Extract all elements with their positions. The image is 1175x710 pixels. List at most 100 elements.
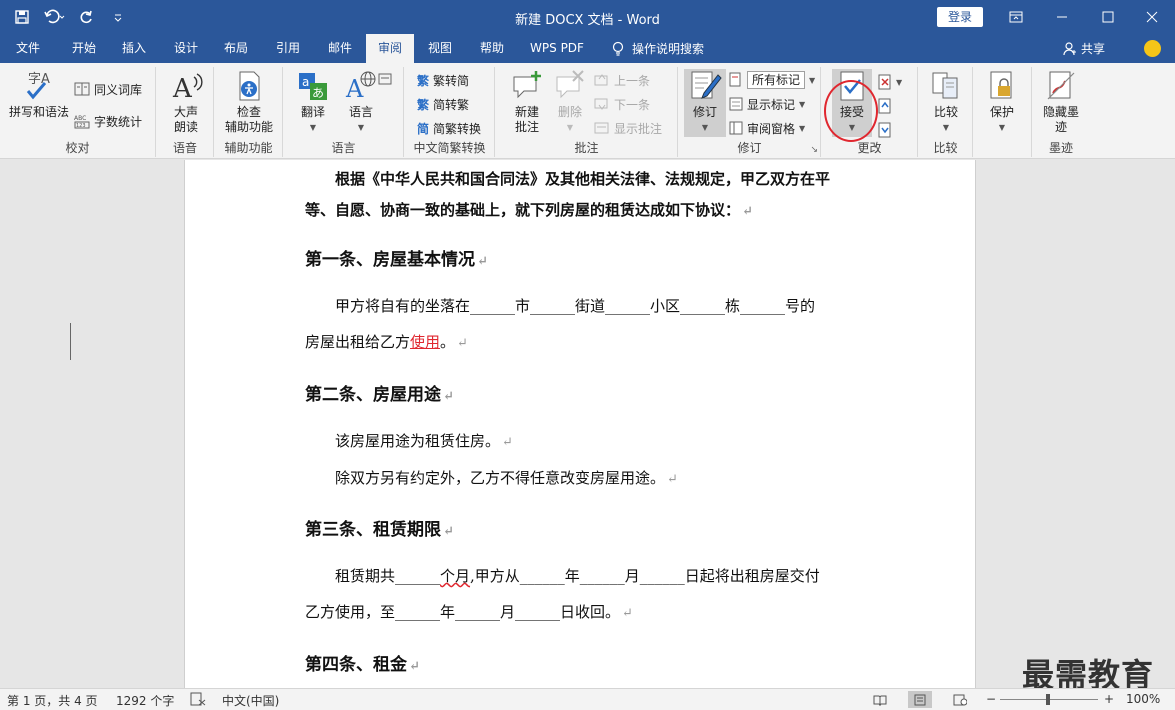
document-page[interactable]: 根据《中华人民共和国合同法》及其他相关法律、法规规定，甲乙双方在平 等、自愿、协… — [184, 160, 976, 688]
tab-layout[interactable]: 布局 — [212, 34, 260, 63]
previous-comment-button[interactable]: 上一条 — [594, 70, 650, 90]
group-chinese-conversion: 繁 繁转简 繁 简转繁 简 简繁转换 中文简繁转换 — [405, 67, 495, 157]
conversion-button[interactable]: 简 简繁转换 — [417, 118, 481, 138]
document-area[interactable]: 根据《中华人民共和国合同法》及其他相关法律、法规规定，甲乙双方在平 等、自愿、协… — [0, 160, 1175, 688]
paragraph-intro-line-1: 根据《中华人民共和国合同法》及其他相关法律、法规规定，甲乙双方在平 — [335, 170, 831, 188]
review-pane-button[interactable]: 审阅窗格 ▼ — [729, 118, 805, 138]
reject-icon — [878, 74, 891, 90]
minimize-icon[interactable] — [1039, 0, 1085, 34]
read-mode-icon[interactable] — [868, 691, 892, 708]
tab-review[interactable]: 审阅 — [366, 34, 414, 63]
tab-view[interactable]: 视图 — [416, 34, 464, 63]
previous-change-button[interactable] — [878, 96, 892, 116]
proofing-status-icon[interactable] — [190, 692, 206, 709]
group-label-proofing: 校对 — [65, 141, 90, 155]
paragraph-mark: ↵ — [502, 435, 513, 450]
next-comment-label: 下一条 — [614, 97, 651, 112]
show-markup-button[interactable]: 显示标记 ▼ — [729, 94, 805, 114]
language-indicator[interactable]: 中文(中国) — [222, 692, 279, 709]
read-aloud-button[interactable]: A 大声 朗读 — [163, 69, 209, 135]
delete-comment-icon — [553, 69, 587, 103]
group-language: aあ 翻译 ▼ A 语言 ▼ 语言 — [284, 67, 404, 157]
tab-design[interactable]: 设计 — [162, 34, 210, 63]
tab-wps-pdf[interactable]: WPS PDF — [522, 34, 592, 63]
reject-button[interactable]: ▼ — [878, 72, 902, 92]
next-comment-button[interactable]: 下一条 — [594, 94, 650, 114]
heading-article-3: 第三条、租赁期限 ↵ — [305, 515, 454, 540]
tab-file[interactable]: 文件 — [4, 34, 52, 63]
language-globe-icon: A — [344, 69, 378, 103]
login-button[interactable]: 登录 — [937, 7, 983, 27]
redo-icon[interactable] — [72, 6, 100, 28]
delete-comment-button[interactable]: 删除 ▼ — [550, 69, 590, 135]
translate-button[interactable]: aあ 翻译 ▼ — [290, 69, 336, 135]
protect-button[interactable]: 保护 ▼ — [982, 69, 1022, 135]
page-indicator[interactable]: 第 1 页，共 4 页 — [7, 692, 98, 709]
status-bar: 第 1 页，共 4 页 1292 个字 中文(中国) − + 100% — [0, 688, 1175, 710]
compare-button[interactable]: 比较 ▼ — [925, 69, 967, 135]
tab-references[interactable]: 引用 — [264, 34, 312, 63]
tab-home[interactable]: 开始 — [60, 34, 108, 63]
spelling-flagged-text[interactable]: 个月 — [440, 567, 470, 585]
tab-mailings[interactable]: 邮件 — [316, 34, 364, 63]
print-layout-icon[interactable] — [908, 691, 932, 708]
trad-to-simp-label: 繁转简 — [433, 73, 470, 88]
word-count-indicator[interactable]: 1292 个字 — [116, 692, 174, 709]
previous-comment-label: 上一条 — [614, 73, 651, 88]
ribbon-display-options-icon[interactable] — [993, 0, 1039, 34]
svg-text:A: A — [172, 74, 193, 103]
trad-to-simp-button[interactable]: 繁 繁转简 — [417, 70, 469, 90]
share-label: 共享 — [1081, 42, 1106, 56]
review-pane-label: 审阅窗格 — [747, 121, 796, 136]
word-count-button[interactable]: ABC 123 字数统计 — [74, 111, 142, 131]
save-icon[interactable] — [8, 6, 36, 28]
thesaurus-button[interactable]: 同义词库 — [74, 79, 142, 99]
new-comment-icon — [510, 69, 544, 103]
ribbon: 字A 拼写和语法 同义词库 ABC123 字数统计 校对 A 大声 朗读 语音 — [0, 63, 1175, 221]
svg-text:字A: 字A — [28, 72, 50, 87]
maximize-icon[interactable] — [1085, 0, 1131, 34]
word-count-label: 字数统计 — [94, 114, 143, 129]
tab-help[interactable]: 帮助 — [468, 34, 516, 63]
hide-ink-button[interactable]: 隐藏墨 迹 — [1037, 69, 1085, 135]
change-bar — [70, 323, 71, 360]
next-change-button[interactable] — [878, 120, 892, 140]
group-label-accessibility: 辅助功能 — [224, 141, 273, 155]
thesaurus-label: 同义词库 — [94, 82, 143, 97]
zoom-in-button[interactable]: + — [1104, 692, 1114, 706]
group-label-ink: 墨迹 — [1048, 141, 1073, 155]
tab-insert[interactable]: 插入 — [110, 34, 158, 63]
smiley-feedback-icon[interactable] — [1144, 40, 1161, 57]
review-pane-dropdown-icon: ▼ — [799, 123, 806, 133]
svg-text:ABC: ABC — [74, 115, 86, 122]
tracked-insertion[interactable]: 使用 — [410, 333, 440, 351]
language-dropdown-icon: ▼ — [357, 123, 365, 132]
track-changes-button[interactable]: 修订 ▼ — [684, 69, 726, 137]
zoom-out-button[interactable]: − — [986, 692, 996, 706]
language-extra-icon[interactable] — [378, 69, 392, 89]
usage-1-text: 该房屋用途为租赁住房。 — [335, 432, 501, 450]
paragraph-term-line-1: 租赁期共______个月,甲方从______年______月______日起将出… — [335, 565, 820, 586]
show-comments-label: 显示批注 — [614, 121, 663, 136]
web-layout-icon[interactable] — [948, 691, 972, 708]
zoom-slider-thumb[interactable] — [1046, 694, 1050, 705]
delete-comment-label: 删除 — [557, 105, 582, 119]
spelling-grammar-button[interactable]: 字A 拼写和语法 — [6, 69, 72, 120]
simp-to-trad-button[interactable]: 繁 简转繁 — [417, 94, 469, 114]
undo-icon[interactable] — [40, 6, 68, 28]
markup-display-select[interactable]: 所有标记 ▼ — [729, 70, 815, 90]
share-button[interactable]: 共享 — [1063, 34, 1105, 63]
check-accessibility-button[interactable]: 检查 辅助功能 — [221, 69, 277, 135]
compare-label: 比较 — [933, 105, 958, 119]
paragraph-intro-line-2: 等、自愿、协商一致的基础上，就下列房屋的租赁达成如下协议： ↵ — [305, 199, 753, 220]
customize-qat-icon[interactable] — [104, 6, 132, 28]
simp-to-trad-icon: 繁 — [417, 97, 430, 112]
check-accessibility-label-1: 检查 — [236, 105, 261, 119]
new-comment-button[interactable]: 新建 批注 — [504, 69, 550, 135]
conversion-label: 简繁转换 — [433, 121, 482, 136]
tell-me-search[interactable]: 操作说明搜索 — [612, 34, 704, 63]
show-comments-button[interactable]: 显示批注 — [594, 118, 662, 138]
group-accessibility: 检查 辅助功能 辅助功能 — [215, 67, 283, 157]
zoom-level[interactable]: 100% — [1126, 692, 1160, 706]
close-icon[interactable] — [1129, 0, 1175, 34]
